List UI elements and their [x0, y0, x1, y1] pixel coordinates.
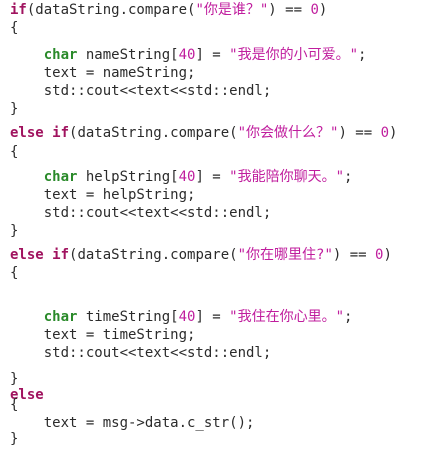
- code-line: text = nameString;: [10, 64, 196, 82]
- number-token: 40: [178, 169, 196, 185]
- code-token: ) ==: [338, 125, 381, 141]
- code-token: nameString[: [77, 47, 179, 63]
- code-token: }: [10, 371, 19, 387]
- code-token: (dataString.compare(: [69, 125, 238, 141]
- code-token: ): [318, 2, 328, 18]
- code-token: (dataString.compare(: [26, 2, 196, 18]
- code-line: char nameString[40] = "我是你的小可爱。";: [10, 46, 367, 64]
- code-line: text = helpString;: [10, 186, 196, 204]
- number-token: 0: [380, 125, 390, 141]
- code-token: ;: [344, 169, 353, 185]
- code-line: {: [10, 264, 18, 282]
- code-token: {: [10, 397, 19, 413]
- string-token: "你在哪里住?": [237, 247, 333, 263]
- code-token: ] =: [195, 309, 230, 325]
- type-token: char: [43, 309, 78, 325]
- code-line: char timeString[40] = "我住在你心里。";: [10, 308, 353, 326]
- code-line: text = timeString;: [10, 326, 196, 344]
- code-token: std::cout<<text<<std::endl;: [10, 205, 272, 221]
- string-token: "我是你的小可爱。": [229, 47, 359, 63]
- code-token: }: [10, 223, 19, 239]
- code-token: text = nameString;: [10, 65, 196, 81]
- keyword-token: else if: [10, 247, 70, 263]
- code-token: {: [10, 144, 19, 160]
- code-token: text = helpString;: [10, 187, 196, 203]
- keyword-token: if: [10, 2, 27, 18]
- type-token: char: [43, 169, 78, 185]
- code-line: {: [10, 19, 18, 37]
- code-token: }: [10, 431, 19, 447]
- code-line: {: [10, 396, 18, 414]
- code-line: }: [10, 430, 18, 448]
- string-token: "我能陪你聊天。": [229, 169, 345, 185]
- code-line: }: [10, 222, 18, 240]
- code-line: char helpString[40] = "我能陪你聊天。";: [10, 168, 353, 186]
- code-editor: if(dataString.compare("你是谁？") == 0){ cha…: [0, 0, 448, 471]
- code-line: text = msg->data.c_str();: [10, 414, 255, 432]
- number-token: 0: [310, 2, 319, 18]
- code-token: text = timeString;: [10, 327, 196, 343]
- code-token: ;: [358, 47, 367, 63]
- string-token: "你会做什么？": [237, 125, 339, 141]
- code-token: text = msg->data.c_str();: [10, 415, 255, 431]
- code-token: ) ==: [332, 247, 376, 263]
- code-line: {: [10, 143, 18, 161]
- code-line: std::cout<<text<<std::endl;: [10, 82, 272, 100]
- code-token: (dataString.compare(: [69, 247, 238, 263]
- code-token: ] =: [195, 169, 230, 185]
- code-token: {: [10, 20, 19, 36]
- code-line: }: [10, 100, 18, 118]
- keyword-token: else if: [10, 125, 70, 141]
- code-token: helpString[: [77, 169, 179, 185]
- code-token: ): [389, 125, 398, 141]
- code-token: std::cout<<text<<std::endl;: [10, 345, 272, 361]
- code-token: std::cout<<text<<std::endl;: [10, 83, 272, 99]
- code-line: else if(dataString.compare("你会做什么？") == …: [10, 124, 397, 142]
- code-token: }: [10, 101, 19, 117]
- code-line: else if(dataString.compare("你在哪里住?") == …: [10, 246, 392, 264]
- code-token: ): [383, 247, 392, 263]
- code-line: std::cout<<text<<std::endl;: [10, 344, 272, 362]
- code-token: ;: [344, 309, 353, 325]
- code-token: ] =: [195, 47, 230, 63]
- code-token: {: [10, 265, 19, 281]
- code-token: ) ==: [268, 2, 311, 18]
- code-line: std::cout<<text<<std::endl;: [10, 204, 272, 222]
- string-token: "我住在你心里。": [229, 309, 345, 325]
- number-token: 40: [178, 47, 196, 63]
- type-token: char: [43, 47, 78, 63]
- code-line: if(dataString.compare("你是谁？") == 0): [10, 1, 327, 19]
- code-token: timeString[: [77, 309, 179, 325]
- string-token: "你是谁？": [195, 2, 269, 18]
- number-token: 40: [178, 309, 196, 325]
